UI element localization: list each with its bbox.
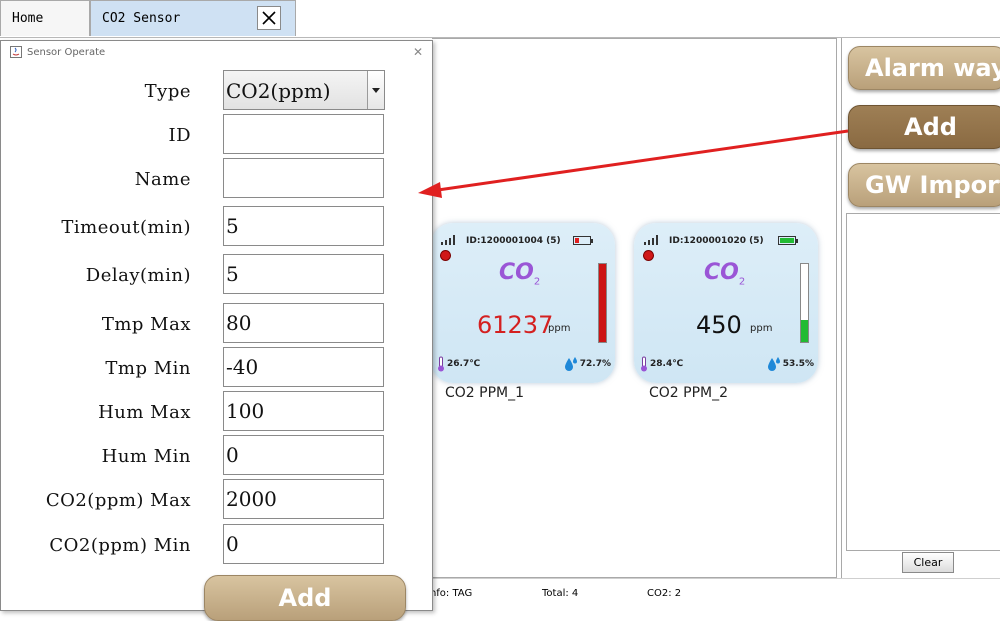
co2-min-label: CO2(ppm) Min: [49, 535, 191, 556]
sensor-unit: ppm: [548, 323, 571, 334]
signal-icon: [441, 235, 457, 245]
hum-max-label: Hum Max: [98, 402, 191, 423]
tmp-max-field[interactable]: 80: [223, 303, 384, 343]
tab-home-label: Home: [12, 11, 44, 26]
chevron-down-icon[interactable]: [367, 71, 384, 109]
dialog-title: Sensor Operate: [27, 47, 106, 58]
timeout-label: Timeout(min): [61, 217, 191, 238]
sensor-name: CO2 PPM_2: [649, 385, 729, 401]
dialog-add-button[interactable]: Add: [204, 575, 406, 621]
status-total: Total: 4: [542, 588, 579, 599]
name-field[interactable]: [223, 158, 384, 198]
tab-bar: Home CO2 Sensor: [0, 0, 1000, 38]
type-select-value: CO2(ppm): [226, 79, 331, 103]
thermometer-icon: [438, 356, 444, 372]
tmp-max-label: Tmp Max: [101, 314, 191, 335]
water-drop-icon: [767, 357, 780, 371]
tab-co2-sensor[interactable]: CO2 Sensor: [90, 0, 296, 36]
sensor-unit: ppm: [750, 323, 773, 334]
alarm-dot-icon: [643, 250, 654, 261]
type-label: Type: [144, 81, 191, 102]
status-info: Info: TAG: [427, 588, 473, 599]
co2-min-field[interactable]: 0: [223, 524, 384, 564]
battery-icon: [573, 236, 593, 245]
co2-max-field[interactable]: 2000: [223, 479, 384, 519]
delay-field[interactable]: 5: [223, 254, 384, 294]
status-co2-count: CO2: 2: [647, 588, 682, 599]
log-list[interactable]: [846, 213, 1000, 551]
hum-max-field[interactable]: 100: [223, 391, 384, 431]
humidity-value: 72.7%: [579, 359, 611, 369]
temperature-readout: 28.4℃: [640, 356, 683, 372]
humidity-readout: 53.5%: [767, 356, 814, 372]
close-icon[interactable]: ✕: [413, 45, 423, 59]
right-panel: Alarm way Add GW Import Clear: [841, 38, 1000, 578]
temperature-readout: 26.7℃: [437, 356, 480, 372]
hum-min-label: Hum Min: [101, 446, 191, 467]
add-sensor-button[interactable]: Add: [848, 105, 1000, 149]
timeout-field[interactable]: 5: [223, 206, 384, 246]
sensor-id: ID:1200001020 (5): [669, 236, 764, 246]
delay-label: Delay(min): [85, 265, 191, 286]
temperature-value: 26.7℃: [447, 359, 481, 369]
java-app-icon: [10, 46, 22, 58]
sensor-value: 450: [696, 311, 742, 339]
gw-import-button[interactable]: GW Import: [848, 163, 1000, 207]
tab-home[interactable]: Home: [0, 0, 90, 36]
thermometer-icon: [641, 356, 647, 372]
tmp-min-label: Tmp Min: [105, 358, 191, 379]
sensor-tile[interactable]: ID:1200001004 (5) CO2 61237 ppm 26.7℃ 72…: [431, 223, 615, 383]
signal-icon: [644, 235, 660, 245]
co2-logo: CO2: [499, 260, 541, 288]
tmp-min-field[interactable]: -40: [223, 347, 384, 387]
co2-logo: CO2: [704, 260, 746, 288]
sensor-value: 61237: [477, 311, 554, 339]
clear-button[interactable]: Clear: [902, 552, 954, 573]
alarm-dot-icon: [440, 250, 451, 261]
humidity-value: 53.5%: [782, 359, 814, 369]
co2-level-bar: [598, 263, 607, 343]
close-icon[interactable]: [257, 6, 281, 30]
humidity-readout: 72.7%: [564, 356, 611, 372]
sensor-tile[interactable]: ID:1200001020 (5) CO2 450 ppm 28.4℃ 53.5…: [634, 223, 818, 383]
co2-max-label: CO2(ppm) Max: [45, 490, 191, 511]
tab-co2-sensor-label: CO2 Sensor: [102, 11, 181, 26]
name-label: Name: [134, 169, 191, 190]
hum-min-field[interactable]: 0: [223, 435, 384, 475]
status-bar: Info: TAG Total: 4 CO2: 2: [427, 578, 1000, 612]
type-select[interactable]: CO2(ppm): [223, 70, 385, 110]
sensor-id: ID:1200001004 (5): [466, 236, 561, 246]
battery-icon: [778, 236, 798, 245]
alarm-way-button[interactable]: Alarm way: [848, 46, 1000, 90]
water-drop-icon: [564, 357, 577, 371]
id-field[interactable]: [223, 114, 384, 154]
co2-level-bar: [800, 263, 809, 343]
id-label: ID: [168, 125, 191, 146]
sensor-name: CO2 PPM_1: [445, 385, 525, 401]
sensor-operate-dialog: Sensor Operate ✕ Type CO2(ppm) ID Name T…: [0, 40, 433, 621]
temperature-value: 28.4℃: [650, 359, 684, 369]
